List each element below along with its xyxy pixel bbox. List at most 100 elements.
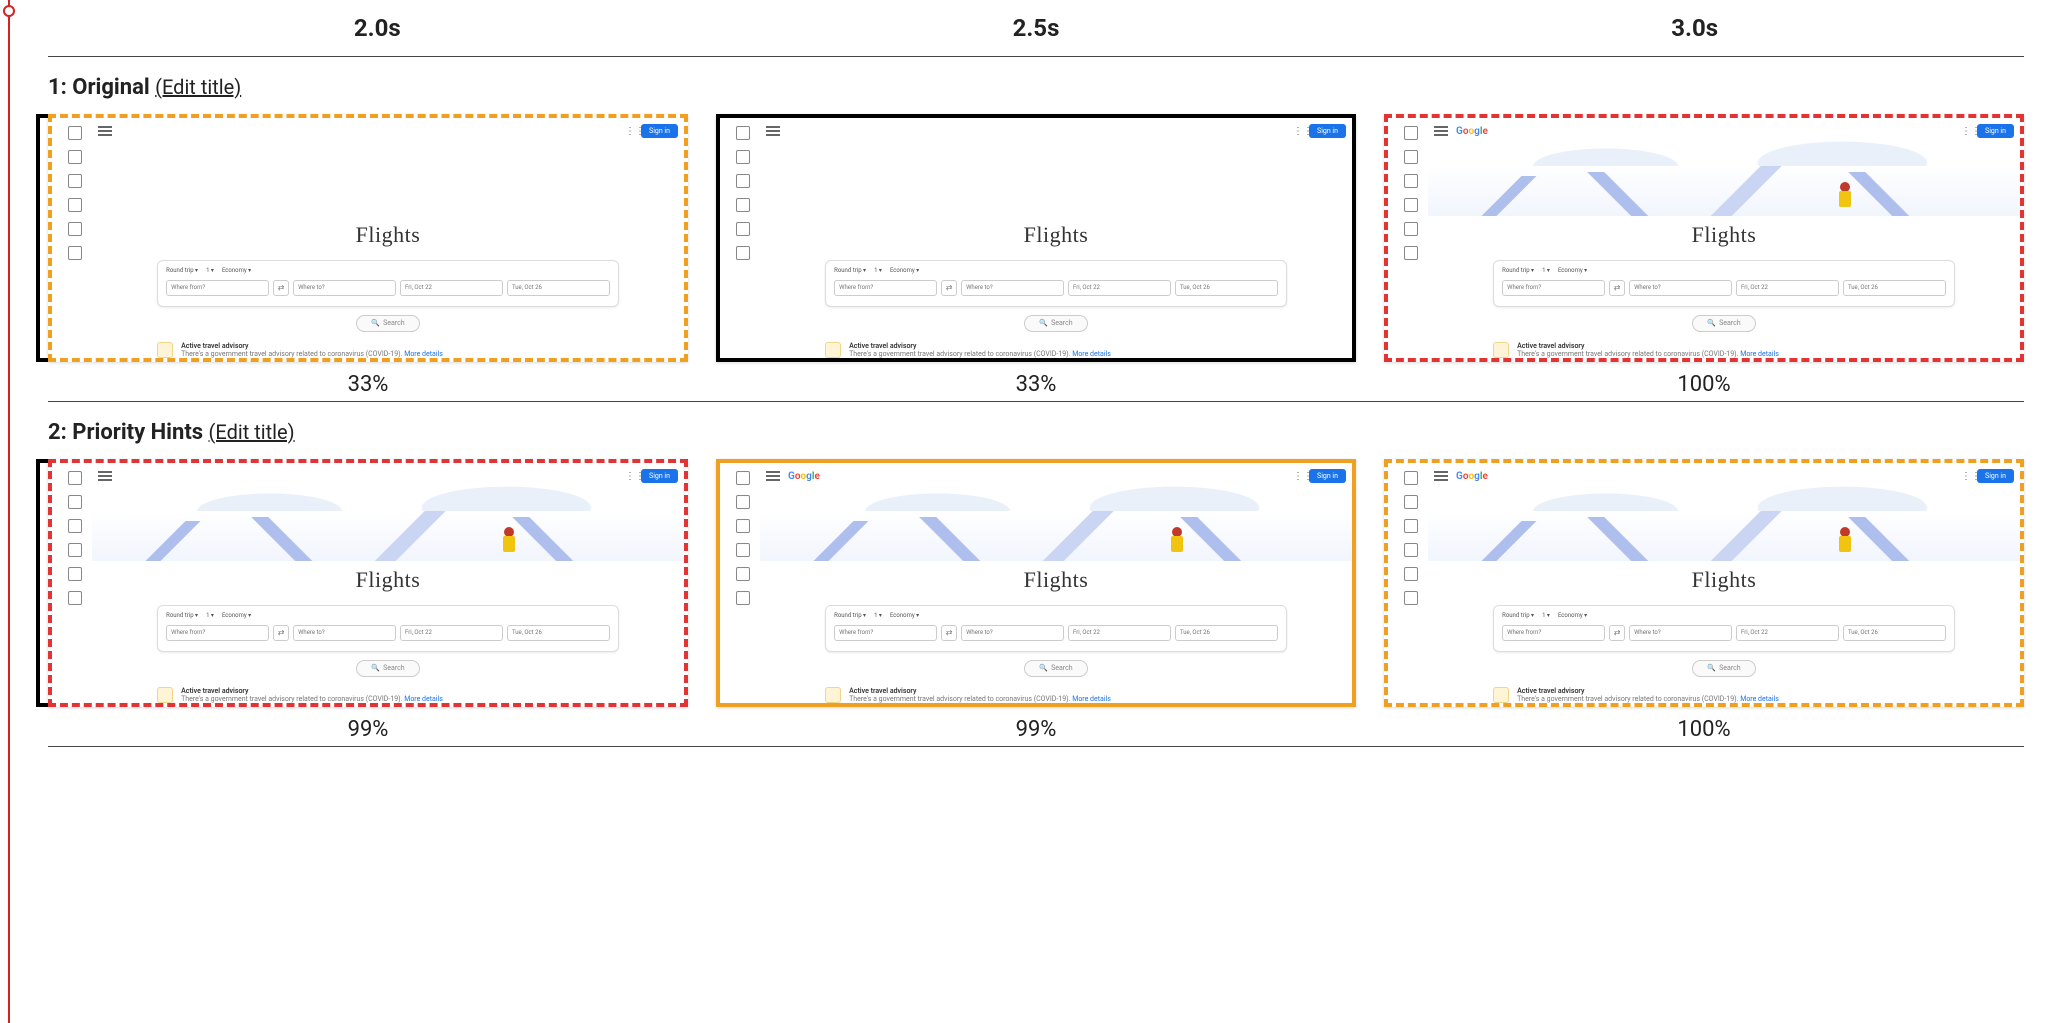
advisory-more-link: More details	[1072, 350, 1111, 358]
menu-icon	[98, 126, 112, 136]
from-field: Where from?	[834, 625, 937, 641]
sidebar-icon	[68, 519, 82, 533]
menu-icon	[1434, 471, 1448, 481]
sidebar-icon	[1404, 519, 1418, 533]
to-field: Where to?	[961, 280, 1064, 296]
timeline-rail	[8, 0, 10, 1023]
trip-type-chip: Round trip ▾	[166, 267, 198, 274]
mock-sidebar	[1388, 463, 1428, 703]
sidebar-icon	[68, 174, 82, 188]
search-icon: 🔍	[371, 664, 380, 672]
mock-topbar: Google ⋮⋮⋮ Sign in	[1434, 469, 2014, 483]
to-field: Where to?	[961, 625, 1064, 641]
sidebar-icon	[68, 222, 82, 236]
search-button: 🔍 Search	[1692, 660, 1756, 677]
to-field: Where to?	[1629, 625, 1732, 641]
sidebar-icon	[736, 495, 750, 509]
row-index: 2	[48, 420, 61, 445]
advisory-banner: Active travel advisory There's a governm…	[157, 342, 619, 358]
pax-chip: 1 ▾	[206, 612, 214, 619]
screenshot-frame[interactable]: Google ⋮⋮⋮ Sign in Flights Round trip ▾	[1384, 459, 2024, 707]
from-field: Where from?	[834, 280, 937, 296]
sidebar-icon	[736, 519, 750, 533]
hero-image	[1428, 140, 2020, 216]
time-col-2: 3.0s	[1365, 14, 2024, 42]
mock-sidebar	[720, 463, 760, 703]
swap-icon: ⇄	[941, 625, 957, 641]
trip-chips: Round trip ▾ 1 ▾ Economy ▾	[1502, 267, 1946, 274]
advisory-more-link: More details	[404, 350, 443, 358]
search-card: Round trip ▾ 1 ▾ Economy ▾ Where from? ⇄…	[1493, 260, 1955, 307]
mock-topbar: Google ⋮⋮⋮ Sign in	[766, 469, 1346, 483]
search-card: Round trip ▾ 1 ▾ Economy ▾ Where from? ⇄…	[157, 605, 619, 652]
sidebar-icon	[1404, 591, 1418, 605]
search-button: 🔍 Search	[1692, 315, 1756, 332]
date-to-field: Tue, Oct 26	[1843, 625, 1946, 641]
advisory-banner: Active travel advisory There's a governm…	[825, 687, 1287, 703]
search-button-label: Search	[1051, 319, 1073, 327]
screenshot-frame[interactable]: Google ⋮⋮⋮ Sign in Flights Round trip ▾	[48, 459, 688, 707]
from-field: Where from?	[1502, 280, 1605, 296]
menu-icon	[98, 471, 112, 481]
search-icon: 🔍	[1707, 664, 1716, 672]
date-to-field: Tue, Oct 26	[1175, 280, 1278, 296]
trip-type-chip: Round trip ▾	[1502, 267, 1534, 274]
frame-cell: Google ⋮⋮⋮ Sign in Flights Round trip ▾	[1384, 459, 2024, 742]
signin-button: Sign in	[1977, 469, 2014, 483]
cabin-chip: Economy ▾	[222, 267, 251, 274]
date-from-field: Fri, Oct 22	[1736, 625, 1839, 641]
pax-chip: 1 ▾	[1542, 612, 1550, 619]
screenshot-frame[interactable]: Google ⋮⋮⋮ Sign in Flights Round trip ▾	[1384, 114, 2024, 362]
mock-topbar: Google ⋮⋮⋮ Sign in	[1434, 124, 2014, 138]
advisory-banner: Active travel advisory There's a governm…	[1493, 342, 1955, 358]
hero-image	[760, 485, 1352, 561]
trip-chips: Round trip ▾ 1 ▾ Economy ▾	[834, 267, 1278, 274]
cabin-chip: Economy ▾	[1558, 612, 1587, 619]
swap-icon: ⇄	[1609, 280, 1625, 296]
edit-title-link[interactable]: (Edit title)	[155, 75, 241, 99]
sidebar-icon	[68, 198, 82, 212]
from-field: Where from?	[166, 625, 269, 641]
mock-main: Google ⋮⋮⋮ Sign in Flights Round trip ▾	[1428, 118, 2020, 358]
page-title: Flights	[1692, 567, 1757, 593]
search-button-label: Search	[1719, 664, 1741, 672]
pax-chip: 1 ▾	[874, 612, 882, 619]
search-button: 🔍 Search	[356, 660, 420, 677]
mock-sidebar	[52, 118, 92, 358]
advisory-banner: Active travel advisory There's a governm…	[157, 687, 619, 703]
sidebar-icon	[68, 543, 82, 557]
screenshot-frame[interactable]: Google ⋮⋮⋮ Sign in Flights Round trip ▾	[716, 459, 1356, 707]
hero-image	[92, 140, 684, 216]
screenshot-frame[interactable]: Google ⋮⋮⋮ Sign in Flights Round trip ▾	[48, 114, 688, 362]
bracket-icon	[36, 114, 48, 362]
visual-complete-percent: 99%	[348, 717, 389, 742]
sidebar-icon	[1404, 174, 1418, 188]
to-field: Where to?	[1629, 280, 1732, 296]
google-logo: Google	[788, 471, 820, 482]
date-from-field: Fri, Oct 22	[1068, 280, 1171, 296]
visual-complete-percent: 33%	[348, 372, 389, 397]
date-from-field: Fri, Oct 22	[1736, 280, 1839, 296]
date-to-field: Tue, Oct 26	[507, 280, 610, 296]
menu-icon	[1434, 126, 1448, 136]
advisory-more-link: More details	[404, 695, 443, 703]
advisory-more-link: More details	[1072, 695, 1111, 703]
mock-sidebar	[52, 463, 92, 703]
advisory-more-link: More details	[1740, 350, 1779, 358]
page-title: Flights	[356, 222, 421, 248]
search-card: Round trip ▾ 1 ▾ Economy ▾ Where from? ⇄…	[1493, 605, 1955, 652]
from-field: Where from?	[1502, 625, 1605, 641]
search-button-label: Search	[1719, 319, 1741, 327]
edit-title-link[interactable]: (Edit title)	[209, 420, 295, 444]
hero-image	[92, 485, 684, 561]
trip-chips: Round trip ▾ 1 ▾ Economy ▾	[834, 612, 1278, 619]
mock-main: Google ⋮⋮⋮ Sign in Flights Round trip ▾	[1428, 463, 2020, 703]
trip-chips: Round trip ▾ 1 ▾ Economy ▾	[1502, 612, 1946, 619]
warning-icon	[1493, 687, 1509, 703]
cabin-chip: Economy ▾	[890, 612, 919, 619]
timeline-dot-icon	[3, 5, 15, 17]
visual-complete-percent: 33%	[1016, 372, 1057, 397]
screenshot-frame[interactable]: Google ⋮⋮⋮ Sign in Flights Round trip ▾	[716, 114, 1356, 362]
swap-icon: ⇄	[273, 625, 289, 641]
advisory-subtitle: There's a government travel advisory rel…	[1517, 695, 1738, 703]
